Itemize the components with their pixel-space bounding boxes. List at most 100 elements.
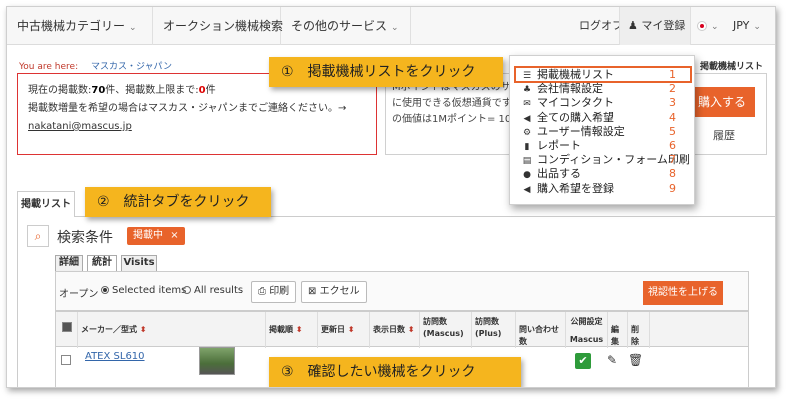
chevron-down-icon: ⌄	[391, 23, 399, 33]
dropdown-item[interactable]: ♣ 会社情報設定	[521, 81, 603, 96]
print-button[interactable]: ⎙ 印刷	[251, 281, 297, 303]
sort-icon: ⬍	[295, 325, 303, 334]
row-checkbox[interactable]	[61, 355, 71, 365]
trash-icon[interactable]: 🗑	[628, 353, 643, 367]
selected-items-radio[interactable]: Selected items	[101, 285, 186, 296]
close-icon[interactable]: ×	[170, 230, 178, 241]
logout-link[interactable]: ログオフ	[579, 7, 623, 45]
dropdown-item-label: 購入希望を登録	[537, 182, 614, 195]
dropdown-item[interactable]: ◀ 全ての購入希望	[521, 110, 614, 125]
screenshot-frame: 中古機械カテゴリー ⌄ オークション機械検索 その他のサービス ⌄ ログオフ ♟ マ…	[6, 6, 776, 388]
callout-step-2: ② 統計タブをクリック	[85, 187, 271, 217]
column-visits-plus[interactable]: 訪問数 (Plus)	[472, 312, 516, 348]
dropdown-item-label: 会社情報設定	[537, 82, 603, 95]
step-number: 6	[669, 139, 676, 152]
buy-button[interactable]: 購入する	[689, 87, 755, 117]
nav-item-label: その他のサービス	[291, 19, 388, 33]
column-public-label: 公開設定	[570, 317, 603, 326]
print-label: 印刷	[269, 286, 290, 297]
filter-tag-active[interactable]: 掲載中 ×	[127, 227, 185, 245]
filter-tag-label: 掲載中	[133, 230, 163, 241]
all-results-radio[interactable]: All results	[183, 285, 243, 296]
dropdown-item[interactable]: ▤ コンディション・フォーム印刷	[521, 152, 690, 167]
nav-item-label: 中古機械カテゴリー	[17, 19, 126, 33]
step-number: 4	[669, 111, 676, 124]
column-public: 公開設定 Mascus	[566, 312, 608, 348]
callout-step-3: ③ 確認したい機械をクリック	[269, 357, 521, 387]
my-account-menu[interactable]: ♟ マイ登録	[619, 7, 691, 45]
column-visits-mascus[interactable]: 訪問数 (Mascus)	[420, 312, 472, 348]
currency-label: JPY	[733, 19, 750, 32]
tab-details[interactable]: 詳細	[55, 255, 83, 271]
breadcrumb: You are here: マスカス・ジャパン	[19, 59, 172, 72]
dropdown-item-label: マイコンタクト	[537, 96, 614, 109]
nav-other-services[interactable]: その他のサービス ⌄	[281, 7, 411, 45]
open-label: オープン	[59, 289, 99, 300]
excel-label: エクセル	[319, 286, 360, 297]
column-updated-label: 更新日	[321, 325, 345, 334]
dropdown-item-label: 掲載機械リスト	[537, 68, 614, 81]
search-conditions-label: 検索条件	[57, 230, 113, 246]
column-visits-mascus-label: 訪問数 (Mascus)	[423, 317, 464, 338]
japan-flag-icon	[697, 21, 707, 31]
radio-unselected-icon	[183, 286, 191, 294]
quota-prefix: 現在の掲載数:	[28, 85, 92, 96]
callout-step-1: ① 掲載機械リストをクリック	[269, 57, 503, 87]
dropdown-item[interactable]: ▮ レポート	[521, 138, 581, 153]
listing-count: 70	[91, 85, 106, 96]
selected-items-label: Selected items	[112, 285, 187, 296]
column-contacts[interactable]: 問い合わせ数	[516, 312, 566, 348]
sort-icon: ⬍	[139, 325, 147, 334]
sort-icon: ⬍	[347, 325, 355, 334]
machine-model-link[interactable]: ATEX SL610	[85, 351, 145, 362]
breadcrumb-prefix: You are here:	[19, 62, 79, 72]
step-number: 5	[669, 125, 676, 138]
excel-icon: ⊠	[308, 286, 317, 297]
remaining-count: 0	[198, 85, 206, 96]
column-posted-label: 掲載順	[269, 325, 293, 334]
breadcrumb-link[interactable]: マスカス・ジャパン	[91, 62, 172, 72]
dropdown-item[interactable]: ⚙ ユーザー情報設定	[521, 124, 625, 139]
tab-visits[interactable]: Visits	[121, 255, 157, 271]
edit-icon[interactable]: ✎	[607, 353, 617, 367]
nav-auction-search[interactable]: オークション機械検索	[153, 7, 284, 45]
nav-item-label: オークション機械検索	[163, 19, 284, 33]
step-number: 2	[669, 82, 676, 95]
step-number: 7	[669, 153, 676, 166]
select-all-column	[56, 312, 78, 348]
column-edit-label: 編集	[611, 325, 619, 346]
public-check-icon[interactable]: ✔	[575, 353, 591, 369]
menu-item-icon: ◀	[523, 185, 531, 195]
dropdown-item[interactable]: ✉ マイコンタクト	[521, 95, 614, 110]
column-edit: 編集	[608, 312, 628, 348]
dropdown-item[interactable]: ☰ 掲載機械リスト	[521, 67, 614, 82]
column-posted[interactable]: 掲載順 ⬍	[266, 312, 318, 348]
column-delete-label: 削除	[631, 325, 639, 346]
column-updated[interactable]: 更新日 ⬍	[318, 312, 370, 348]
dropdown-item-label: 出品する	[537, 167, 581, 180]
excel-button[interactable]: ⊠ エクセル	[301, 281, 367, 303]
currency-selector[interactable]: JPY ⌄	[733, 7, 761, 45]
search-icon[interactable]: ⌕	[27, 225, 49, 247]
dropdown-item[interactable]: ◀ 購入希望を登録	[521, 181, 614, 196]
page-section-label: 掲載機械リスト	[699, 62, 763, 72]
tab-listing[interactable]: 掲載リスト	[17, 191, 75, 217]
nav-used-machine-category[interactable]: 中古機械カテゴリー ⌄	[7, 7, 153, 45]
my-account-label: マイ登録	[641, 19, 686, 32]
column-days[interactable]: 表示日数 ⬍	[370, 312, 420, 348]
promote-visibility-button[interactable]: 視認性を上げる	[643, 281, 723, 305]
column-model[interactable]: メーカー／型式 ⬍	[78, 312, 266, 348]
quota-contact-text: 掲載数増量を希望の場合はマスカス・ジャパンまでご連絡ください。→	[28, 103, 347, 114]
user-icon: ♟	[628, 19, 638, 32]
dropdown-item-label: レポート	[537, 139, 581, 152]
history-link[interactable]: 履歴	[713, 127, 735, 143]
column-days-label: 表示日数	[373, 325, 405, 334]
chevron-down-icon: ⌄	[711, 22, 719, 32]
tab-statistics[interactable]: 統計	[87, 255, 117, 271]
contact-email-link[interactable]: nakatani@mascus.jp	[28, 118, 366, 136]
dropdown-item[interactable]: ● 出品する	[521, 166, 581, 181]
machine-thumbnail[interactable]	[199, 347, 235, 375]
column-contacts-label: 問い合わせ数	[519, 325, 559, 346]
language-selector[interactable]: ⌄	[697, 7, 719, 45]
select-all-checkbox[interactable]	[62, 322, 72, 332]
